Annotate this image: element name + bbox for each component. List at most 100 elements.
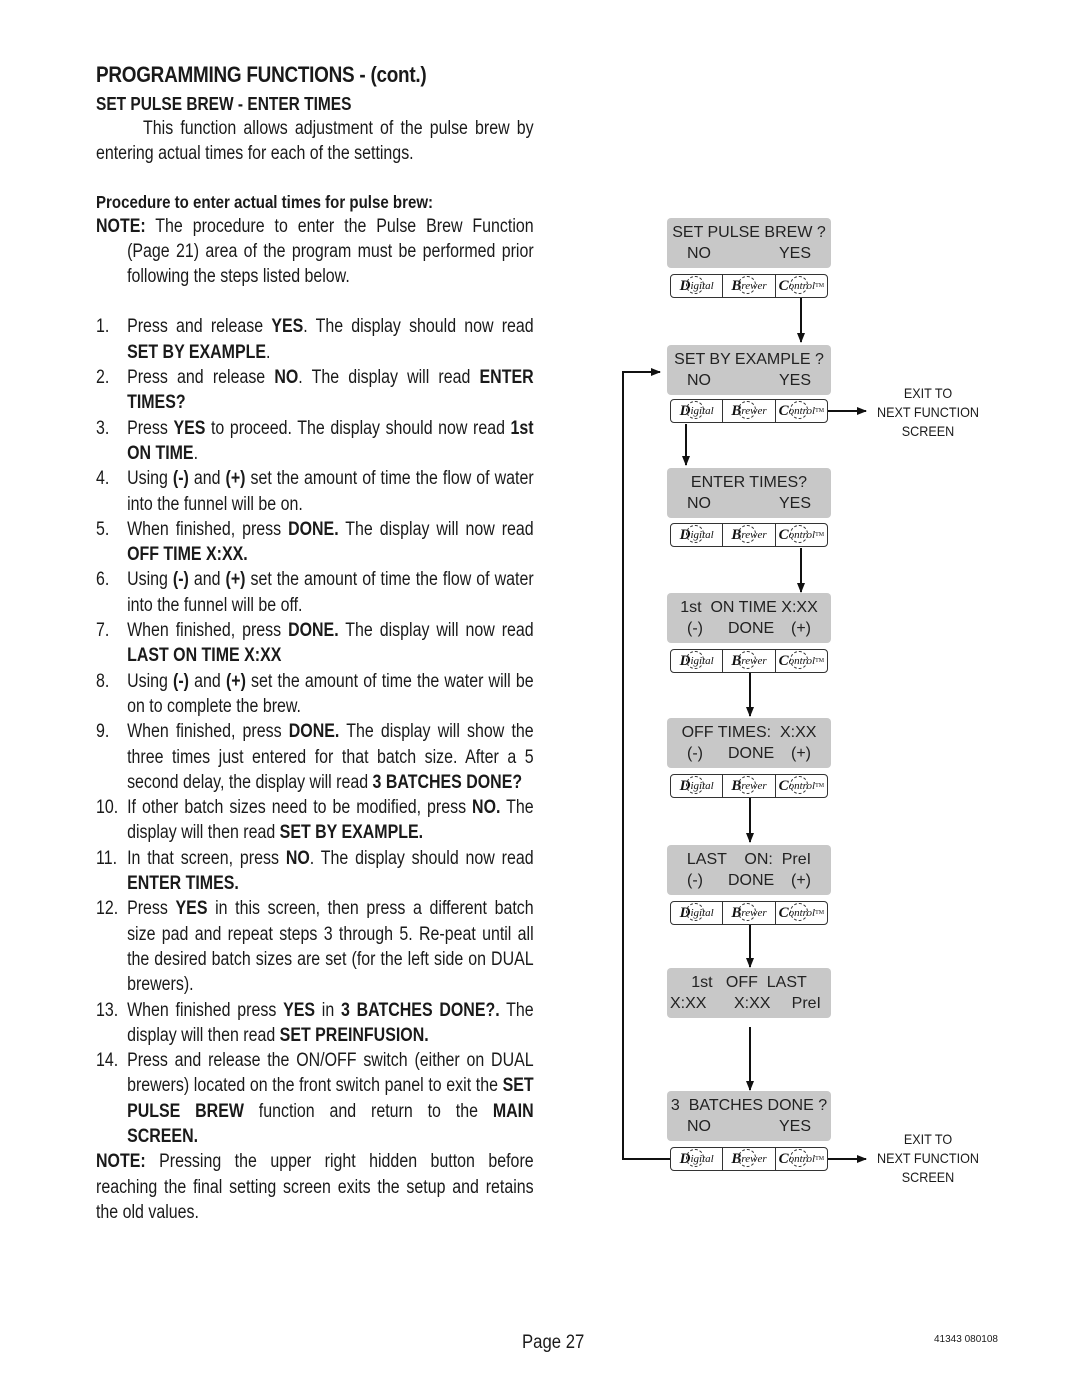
panel-left-button[interactable]: Digital [671,524,724,546]
button-press-indicator-icon [685,525,704,543]
exit-label-line: NEXT FUNCTION [877,1150,979,1166]
control-panel: Digital Brewer Control TM [670,774,828,798]
lcd-screen-set-by-example: SET BY EXAMPLE ? NO YES [667,345,831,395]
trademark-mark: TM [815,532,825,538]
button-press-indicator-icon [737,1149,756,1167]
lcd-softkey-label: X:XX [670,995,707,1012]
button-press-indicator-icon [685,276,704,294]
lcd-screen-enter-times: ENTER TIMES? NO YES [667,468,831,518]
lcd-screen-summary: 1st OFF LAST X:XX X:XX PreI [667,968,831,1018]
lcd-softkey-label: (-) [687,872,703,889]
lcd-screen-set-pulse-brew: SET PULSE BREW ? NO YES [667,218,831,268]
panel-left-button[interactable]: Digital [671,902,724,924]
button-press-indicator-icon [737,776,756,794]
control-panel: Digital Brewer Control TM [670,649,828,673]
exit-label-line: SCREEN [901,1169,955,1185]
lcd-softkey-label: DONE [728,872,775,889]
panel-right-button[interactable]: Control TM [776,775,827,797]
panel-right-button[interactable]: Control TM [776,400,827,422]
control-panel: Digital Brewer Control TM [670,399,828,423]
panel-middle-button[interactable]: Brewer [723,1148,776,1170]
panel-middle-button[interactable]: Brewer [723,650,776,672]
lcd-screen-off-times: OFF TIMES: X:XX (-) DONE (+) [667,718,831,768]
logo-initial: C [778,904,789,921]
button-press-indicator-icon [737,401,756,419]
button-press-indicator-icon [685,1149,704,1167]
control-panel: Digital Brewer Control TM [670,274,828,298]
button-press-indicator-icon [737,651,756,669]
lcd-line-1: 1st OFF LAST [691,974,807,991]
flow-connectors [622,298,867,1163]
control-panel: Digital Brewer Control TM [670,901,828,925]
lcd-softkey-label: (+) [791,745,811,762]
panel-left-button[interactable]: Digital [671,275,724,297]
lcd-line-1: 3 BATCHES DONE ? [670,1097,828,1114]
logo-initial: C [778,277,789,294]
document-code: 41343 080108 [934,1334,998,1345]
trademark-mark: TM [815,910,825,916]
lcd-softkey-label: X:XX [734,995,771,1012]
page-number: Page 27 [522,1332,585,1353]
lcd-softkey-label: (-) [687,745,703,762]
panel-left-button[interactable]: Digital [671,650,724,672]
lcd-line-1: SET PULSE BREW ? [672,224,826,241]
lcd-line-1: ENTER TIMES? [690,474,808,491]
panel-middle-button[interactable]: Brewer [723,400,776,422]
logo-initial: C [778,526,789,543]
panel-left-button[interactable]: Digital [671,775,724,797]
lcd-softkey-label: DONE [728,745,775,762]
lcd-line-1: 1st ON TIME X:XX [680,599,818,616]
logo-initial: C [778,402,789,419]
lcd-screen-first-on-time: 1st ON TIME X:XX (-) DONE (+) [667,593,831,643]
trademark-mark: TM [815,408,825,414]
panel-middle-button[interactable]: Brewer [723,524,776,546]
trademark-mark: TM [815,1156,825,1162]
lcd-softkey-label: NO [687,245,711,262]
logo-initial: C [778,1150,789,1167]
lcd-softkey-label: NO [687,1118,711,1135]
lcd-screen-batches-done: 3 BATCHES DONE ? NO YES [667,1091,831,1141]
trademark-mark: TM [815,783,825,789]
button-press-indicator-icon [737,903,756,921]
button-press-indicator-icon [685,651,704,669]
panel-right-button[interactable]: Control TM [776,902,827,924]
panel-middle-button[interactable]: Brewer [723,275,776,297]
exit-label-line: NEXT FUNCTION [877,404,979,420]
button-press-indicator-icon [737,276,756,294]
button-press-indicator-icon [737,525,756,543]
lcd-softkey-label: YES [778,372,811,389]
logo-initial: C [778,652,789,669]
lcd-softkey-label: NO [687,495,711,512]
control-panel: Digital Brewer Control TM [670,523,828,547]
trademark-mark: TM [815,283,825,289]
exit-label-line: EXIT TO [903,385,953,401]
lcd-softkey-label: DONE [728,620,775,637]
button-press-indicator-icon [685,776,704,794]
lcd-softkey-label: YES [778,495,811,512]
exit-label-line: EXIT TO [903,1131,953,1147]
exit-label-line: SCREEN [901,423,955,439]
logo-initial: C [778,777,789,794]
panel-right-button[interactable]: Control TM [776,275,827,297]
panel-middle-button[interactable]: Brewer [723,902,776,924]
button-press-indicator-icon [685,903,704,921]
panel-right-button[interactable]: Control TM [776,524,827,546]
lcd-softkey-label: PreI [791,995,821,1012]
control-panel: Digital Brewer Control TM [670,1147,828,1171]
exit-to-next-function-label: EXIT TO NEXT FUNCTION SCREEN [874,1130,982,1187]
panel-right-button[interactable]: Control TM [776,1148,827,1170]
panel-left-button[interactable]: Digital [671,400,724,422]
panel-right-button[interactable]: Control TM [776,650,827,672]
lcd-screen-last-on: LAST ON: PreI (-) DONE (+) [667,845,831,895]
lcd-softkey-label: (+) [791,620,811,637]
lcd-line-1: SET BY EXAMPLE ? [674,351,824,368]
lcd-softkey-label: YES [778,245,811,262]
panel-middle-button[interactable]: Brewer [723,775,776,797]
lcd-softkey-label: YES [778,1118,811,1135]
button-press-indicator-icon [685,401,704,419]
lcd-softkey-label: (+) [791,872,811,889]
lcd-softkey-label: NO [687,372,711,389]
exit-to-next-function-label: EXIT TO NEXT FUNCTION SCREEN [874,384,982,441]
panel-left-button[interactable]: Digital [671,1148,724,1170]
lcd-line-1: LAST ON: PreI [686,851,812,868]
